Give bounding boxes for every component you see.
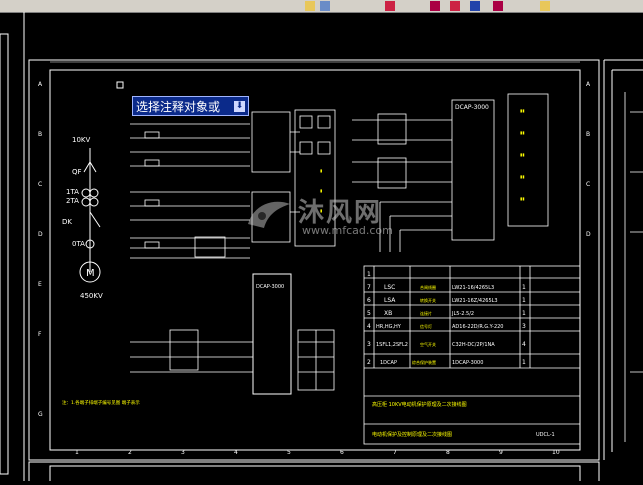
text-scale-icon[interactable] [493, 1, 503, 11]
svg-text:合闸线圈: 合闸线圈 [420, 284, 436, 290]
col-number-6: 6 [340, 449, 344, 456]
col-number-3: 3 [181, 449, 185, 456]
svg-text:3: 3 [522, 323, 526, 330]
layer-icon[interactable] [320, 1, 330, 11]
motor-symbol: M [86, 268, 95, 279]
svg-text:电动机保护及控制原理及二次接线图: 电动机保护及控制原理及二次接线图 [372, 431, 452, 438]
motor-rating: 450KV [80, 292, 103, 300]
command-tooltip: 选择注释对象或 ⬇ [132, 96, 249, 116]
svg-text:1: 1 [522, 359, 526, 366]
row-letter-f: F [38, 331, 42, 338]
row-letter-a-right: A [586, 81, 591, 88]
svg-text:C32H-DC/2P/1NA: C32H-DC/2P/1NA [452, 342, 495, 348]
watermark-logo-icon [248, 201, 290, 228]
svg-text:1SFL1,2SFL2: 1SFL1,2SFL2 [376, 342, 408, 348]
svg-text:综合保护装置: 综合保护装置 [412, 359, 436, 365]
svg-text:4: 4 [367, 323, 371, 330]
controller-label-top: DCAP-3000 [455, 104, 489, 111]
watermark-url: www.mfcad.com [302, 224, 393, 237]
sheet-border [28, 59, 600, 461]
svg-text:信号灯: 信号灯 [420, 323, 432, 329]
qf-label: QF [72, 168, 82, 176]
col-number-4: 4 [234, 449, 238, 456]
svg-text:1: 1 [522, 297, 526, 304]
svg-text:LW21-16Z/4265L3: LW21-16Z/4265L3 [452, 298, 498, 304]
col-number-5: 5 [287, 449, 291, 456]
row-letter-g: G [38, 411, 43, 418]
svg-text:LSC: LSC [384, 284, 395, 291]
svg-text:4: 4 [522, 341, 526, 348]
row-letter-c-right: C [586, 181, 590, 188]
row-letter-b: B [38, 131, 42, 138]
svg-text:高压柜 10KV电动机保护原理及二次接线图: 高压柜 10KV电动机保护原理及二次接线图 [372, 401, 467, 408]
svg-text:LW21-16/4265L3: LW21-16/4265L3 [452, 285, 494, 291]
svg-text:转换开关: 转换开关 [420, 297, 436, 303]
svg-text:▮▮: ▮▮ [520, 174, 524, 179]
col-number-2: 2 [128, 449, 132, 456]
svg-text:UDCL-1: UDCL-1 [536, 432, 555, 438]
svg-text:1: 1 [522, 284, 526, 291]
ta-label-2: 2TA [66, 197, 79, 205]
svg-text:空气开关: 空气开关 [420, 341, 436, 347]
parts-table [363, 265, 581, 445]
svg-text:▮▮: ▮▮ [520, 152, 524, 157]
row-letter-a: A [38, 81, 43, 88]
text-style-icon[interactable] [385, 1, 395, 11]
dk-label: DK [62, 218, 72, 226]
svg-text:▮▮: ▮▮ [520, 196, 524, 201]
svg-text:HR,HG,HY: HR,HG,HY [376, 324, 402, 330]
row-letter-e: E [38, 281, 42, 288]
ota-label: 0TA [72, 240, 85, 248]
svg-text:1DCAP: 1DCAP [380, 360, 397, 366]
drawing-note: 注：1.各端子排端子编号见图 端子表示 [62, 399, 140, 406]
left-sheet-edge [0, 33, 9, 475]
svg-text:1: 1 [367, 271, 371, 278]
svg-text:▮▮: ▮▮ [520, 130, 524, 135]
primary-circuit [79, 148, 101, 283]
svg-text:1DCAP-3000: 1DCAP-3000 [452, 360, 483, 366]
breaker-label: 10KV [72, 136, 90, 144]
row-letter-c: C [38, 181, 42, 188]
tooltip-dropdown-icon[interactable]: ⬇ [234, 101, 245, 112]
svg-text:3: 3 [367, 341, 371, 348]
row-letter-d: D [38, 231, 43, 238]
svg-text:5: 5 [367, 310, 371, 317]
ucs-marker [116, 81, 124, 89]
svg-text:XB: XB [384, 310, 392, 317]
tooltip-label: 选择注释对象或 [136, 100, 221, 114]
svg-text:2: 2 [367, 359, 371, 366]
svg-text:连接片: 连接片 [420, 310, 432, 316]
parts-table-rows: 1 7 LSC 合闸线圈 LW21-16/4265L3 1 6 LSA 转换开关… [367, 271, 526, 366]
col-number-10: 10 [552, 449, 560, 456]
col-number-7: 7 [393, 449, 397, 456]
right-partial-schematic [624, 92, 643, 442]
svg-text:AD16-22D/R.G.Y-220: AD16-22D/R.G.Y-220 [452, 324, 504, 330]
svg-text:7: 7 [367, 284, 371, 291]
properties-icon[interactable] [540, 1, 550, 11]
svg-text:JL5-2.5/2: JL5-2.5/2 [451, 311, 474, 317]
controller-label-mid: DCAP-3000 [256, 284, 284, 290]
row-letter-b-right: B [586, 131, 590, 138]
svg-text:▮▮: ▮▮ [520, 108, 524, 113]
ta-label-1: 1TA [66, 188, 79, 196]
svg-text:LSA: LSA [384, 297, 396, 304]
font-icon[interactable] [430, 1, 440, 11]
watermark: 沐风网 www.mfcad.com [244, 192, 404, 252]
svg-text:6: 6 [367, 297, 371, 304]
svg-text:1: 1 [522, 310, 526, 317]
col-number-9: 9 [499, 449, 503, 456]
svg-text:▮: ▮ [320, 168, 322, 173]
inner-border [49, 69, 581, 451]
row-letter-d-right: D [586, 231, 591, 238]
snap-icon[interactable] [305, 1, 315, 11]
text-size-icon[interactable] [470, 1, 480, 11]
col-number-8: 8 [446, 449, 450, 456]
text-align-icon[interactable] [450, 1, 460, 11]
controller-box-mid [252, 273, 292, 395]
col-number-1: 1 [75, 449, 79, 456]
title-block: 高压柜 10KV电动机保护原理及二次接线图 电动机保护及控制原理及二次接线图 U… [372, 401, 555, 438]
